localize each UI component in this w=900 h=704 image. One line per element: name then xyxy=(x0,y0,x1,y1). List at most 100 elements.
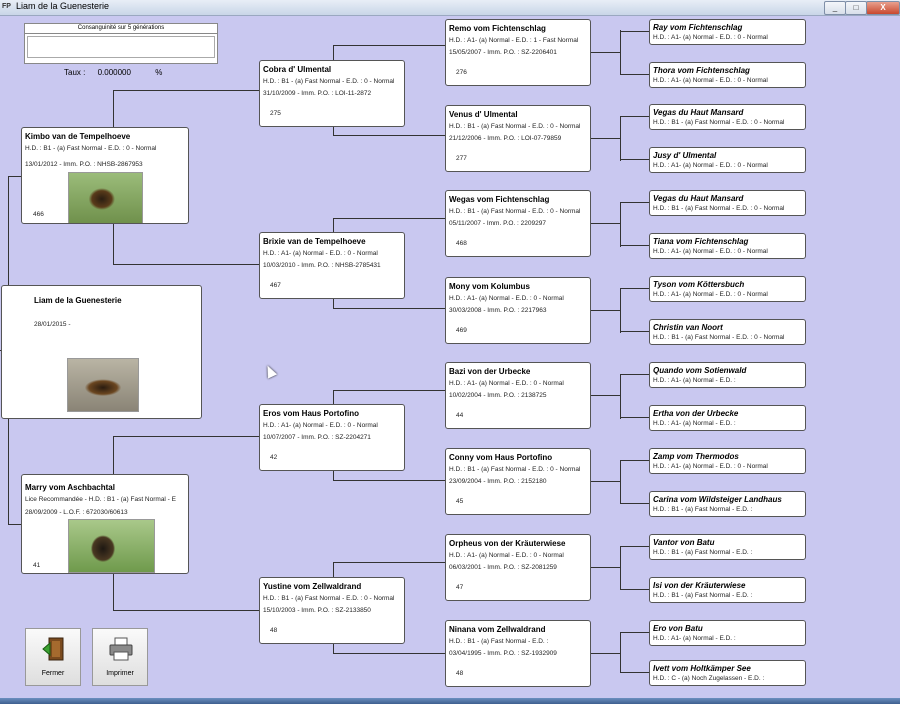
connector xyxy=(591,481,620,482)
ancestor-health: H.D. : A1- (a) Normal - E.D. : 0 - Norma… xyxy=(653,34,768,41)
dam-number: 41 xyxy=(33,562,40,569)
grandparent-health: H.D. : A1- (a) Normal - E.D. : 0 - Norma… xyxy=(263,422,378,429)
ancestor-name: Christin van Noort xyxy=(653,323,723,332)
print-button[interactable]: Imprimer xyxy=(92,628,148,686)
ancestor-name: Carina vom Wildsteiger Landhaus xyxy=(653,495,782,504)
great-grandparent-health: H.D. : A1- (a) Normal - E.D. : 0 - Norma… xyxy=(449,380,564,387)
grandparent-card[interactable]: Yustine vom ZellwaldrandH.D. : B1 - (a) … xyxy=(259,577,405,644)
window-title: Liam de la Guenesterie xyxy=(16,1,109,11)
connector xyxy=(620,116,649,117)
ancestor-health: H.D. : B1 - (a) Fast Normal - E.D. : xyxy=(653,549,752,556)
ancestor-card[interactable]: Ero von BatuH.D. : A1- (a) Normal - E.D.… xyxy=(649,620,806,646)
ancestor-name: Vegas du Haut Mansard xyxy=(653,194,743,203)
great-grandparent-card[interactable]: Orpheus von der KräuterwieseH.D. : A1- (… xyxy=(445,534,591,601)
ancestor-card[interactable]: Vantor von Batu H.D. : B1 - (a) Fast Norm… xyxy=(649,534,806,560)
connector xyxy=(333,480,445,481)
great-grandparent-registration: 06/03/2001 - Imm. P.O. : SZ-2081259 xyxy=(449,564,557,571)
connector xyxy=(591,653,620,654)
great-grandparent-card[interactable]: Ninana vom ZellwaldrandH.D. : B1 - (a) F… xyxy=(445,620,591,687)
ancestor-card[interactable]: Jusy d' UlmentalH.D. : A1- (a) Normal - … xyxy=(649,147,806,173)
ancestor-card[interactable]: Ray vom FichtenschlagH.D. : A1- (a) Norm… xyxy=(649,19,806,45)
subject-date: 28/01/2015 - xyxy=(34,321,71,328)
connector xyxy=(113,436,259,437)
subject-card[interactable]: Liam de la Guenesterie 28/01/2015 - xyxy=(1,285,202,419)
connector xyxy=(333,562,334,577)
connector xyxy=(113,224,114,264)
connector xyxy=(591,138,620,139)
ancestor-health: H.D. : A1- (a) Normal - E.D. : 0 - Norma… xyxy=(653,291,768,298)
ancestor-health: H.D. : B1 - (a) Fast Normal - E.D. : 0 -… xyxy=(653,119,784,126)
ancestor-health: H.D. : A1- (a) Normal - E.D. : xyxy=(653,377,736,384)
connector xyxy=(591,310,620,311)
sire-card[interactable]: Kimbo van de Tempelhoeve H.D. : B1 - (a)… xyxy=(21,127,189,224)
connector xyxy=(113,574,114,610)
ancestor-card[interactable]: Zamp vom ThermodosH.D. : A1- (a) Normal … xyxy=(649,448,806,474)
great-grandparent-registration: 21/12/2006 - Imm. P.O. : LOI-07-79859 xyxy=(449,135,561,142)
great-grandparent-health: H.D. : B1 - (a) Fast Normal - E.D. : xyxy=(449,638,548,645)
great-grandparent-card[interactable]: Mony vom KolumbusH.D. : A1- (a) Normal -… xyxy=(445,277,591,344)
ancestor-card[interactable]: Ivett vom Holtkämper SeeH.D. : C - (a) N… xyxy=(649,660,806,686)
taskbar xyxy=(0,698,900,704)
connector xyxy=(333,390,445,391)
great-grandparent-card[interactable]: Wegas vom Fichtenschlag H.D. : B1 - (a) F… xyxy=(445,190,591,257)
connector xyxy=(620,460,621,504)
ancestor-health: H.D. : A1- (a) Normal - E.D. : 0 - Norma… xyxy=(653,162,768,169)
connector xyxy=(591,395,620,396)
close-window-button[interactable]: X xyxy=(866,1,900,15)
dam-health: Lice Recommandée - H.D. : B1 - (a) Fast … xyxy=(25,496,176,503)
maximize-button[interactable]: □ xyxy=(845,1,867,15)
ancestor-name: Thora vom Fichtenschlag xyxy=(653,66,750,75)
great-grandparent-health: H.D. : B1 - (a) Fast Normal - E.D. : 0 -… xyxy=(449,466,580,473)
grandparent-name: Yustine vom Zellwaldrand xyxy=(263,582,361,591)
great-grandparent-card[interactable]: Conny vom Haus PortofinoH.D. : B1 - (a) … xyxy=(445,448,591,515)
connector xyxy=(333,562,445,563)
connector xyxy=(8,176,21,177)
grandparent-number: 275 xyxy=(270,110,281,117)
ancestor-card[interactable]: Christin van NoortH.D. : B1 - (a) Fast N… xyxy=(649,319,806,345)
sire-name: Kimbo van de Tempelhoeve xyxy=(25,132,130,141)
great-grandparent-registration: 15/05/2007 - Imm. P.O. : SZ-2206401 xyxy=(449,49,557,56)
dam-name: Marry vom Aschbachtal xyxy=(25,483,115,492)
grandparent-card[interactable]: Eros vom Haus PortofinoH.D. : A1- (a) No… xyxy=(259,404,405,471)
ancestor-card[interactable]: Vegas du Haut Mansard H.D. : B1 - (a) Fas… xyxy=(649,104,806,130)
grandparent-card[interactable]: Brixie van de TempelhoeveH.D. : A1- (a) … xyxy=(259,232,405,299)
close-button-label: Fermer xyxy=(26,670,80,677)
sire-photo xyxy=(68,172,143,224)
ancestor-name: Ivett vom Holtkämper See xyxy=(653,664,751,673)
ancestor-card[interactable]: Tyson vom KöttersbuchH.D. : A1- (a) Norm… xyxy=(649,276,806,302)
great-grandparent-card[interactable]: Bazi von der UrbeckeH.D. : A1- (a) Norma… xyxy=(445,362,591,429)
great-grandparent-number: 45 xyxy=(456,498,463,505)
ancestor-card[interactable]: Isi von der KräuterwieseH.D. : B1 - (a) … xyxy=(649,577,806,603)
great-grandparent-number: 469 xyxy=(456,327,467,334)
great-grandparent-name: Wegas vom Fichtenschlag xyxy=(449,195,549,204)
ancestor-card[interactable]: Quando vom SotienwaldH.D. : A1- (a) Norm… xyxy=(649,362,806,388)
ancestor-card[interactable]: Tiana vom FichtenschlagH.D. : A1- (a) No… xyxy=(649,233,806,259)
great-grandparent-name: Mony vom Kolumbus xyxy=(449,282,530,291)
great-grandparent-card[interactable]: Remo vom FichtenschlagH.D. : A1- (a) Nor… xyxy=(445,19,591,86)
ancestor-card[interactable]: Thora vom FichtenschlagH.D. : A1- (a) No… xyxy=(649,62,806,88)
grandparent-number: 42 xyxy=(270,454,277,461)
great-grandparent-health: H.D. : B1 - (a) Fast Normal - E.D. : 0 -… xyxy=(449,208,580,215)
ancestor-name: Vegas du Haut Mansard xyxy=(653,108,743,117)
taux-readout: Taux : 0.000000 % xyxy=(64,68,162,77)
sire-number: 466 xyxy=(33,211,44,218)
printer-icon xyxy=(108,636,134,662)
ancestor-health: H.D. : B1 - (a) Fast Normal - E.D. : xyxy=(653,592,752,599)
connector xyxy=(591,567,620,568)
ancestor-health: H.D. : A1- (a) Normal - E.D. : xyxy=(653,635,736,642)
close-button[interactable]: Fermer xyxy=(25,628,81,686)
ancestor-name: Tiana vom Fichtenschlag xyxy=(653,237,748,246)
consanguinity-bar xyxy=(27,36,215,58)
connector xyxy=(620,632,621,673)
ancestor-card[interactable]: Ertha von der UrbeckeH.D. : A1- (a) Norm… xyxy=(649,405,806,431)
ancestor-name: Vantor von Batu xyxy=(653,538,714,547)
ancestor-card[interactable]: Vegas du Haut MansardH.D. : B1 - (a) Fas… xyxy=(649,190,806,216)
great-grandparent-card[interactable]: Venus d' UlmentalH.D. : B1 - (a) Fast No… xyxy=(445,105,591,172)
grandparent-registration: 10/07/2007 - Imm. P.O. : SZ-2204271 xyxy=(263,434,371,441)
connector xyxy=(620,417,649,418)
ancestor-card[interactable]: Carina vom Wildsteiger LandhausH.D. : B1… xyxy=(649,491,806,517)
dam-card[interactable]: Marry vom Aschbachtal Lice Recommandée -… xyxy=(21,474,189,574)
minimize-button[interactable]: _ xyxy=(824,1,846,15)
grandparent-card[interactable]: Cobra d' UlmentalH.D. : B1 - (a) Fast No… xyxy=(259,60,405,127)
connector xyxy=(620,245,649,246)
